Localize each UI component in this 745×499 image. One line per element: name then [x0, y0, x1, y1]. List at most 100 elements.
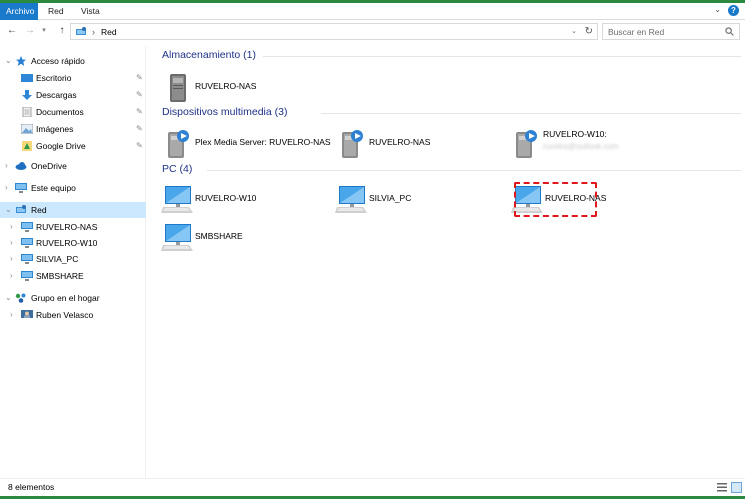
computer-icon — [335, 182, 367, 216]
tab-archivo[interactable]: Archivo — [0, 3, 38, 20]
sidebar-item-grupo-hogar[interactable]: ⌄ Grupo en el hogar — [0, 290, 146, 306]
tab-vista[interactable]: Vista — [81, 3, 100, 20]
back-arrow-icon[interactable]: ← — [6, 24, 18, 38]
sidebar-item-imagenes[interactable]: Imágenes ✎ — [0, 121, 146, 137]
sidebar-item-label: Acceso rápido — [31, 56, 85, 66]
network-content-pane: Almacenamiento (1) RUVELRO-NAS Dispositi… — [147, 46, 745, 478]
sidebar-item-este-equipo[interactable]: › Este equipo — [0, 180, 146, 196]
sidebar-item-acceso-rapido[interactable]: ⌄ Acceso rápido — [0, 53, 146, 69]
computer-icon — [161, 182, 193, 216]
expand-chevron-icon[interactable]: › — [10, 235, 13, 251]
network-icon — [75, 27, 87, 37]
highlight-box — [514, 182, 597, 217]
pictures-icon — [21, 124, 33, 134]
item-label: Plex Media Server: RUVELRO-NAS — [195, 137, 331, 147]
tab-red[interactable]: Red — [48, 3, 64, 20]
sidebar-item-ruvelro-nas[interactable]: › RUVELRO-NAS — [0, 219, 146, 235]
navigation-pane: ⌄ Acceso rápido Escritorio ✎ Descargas ✎… — [0, 46, 146, 478]
expand-chevron-icon[interactable]: › — [5, 158, 8, 174]
sidebar-item-label: Grupo en el hogar — [31, 293, 100, 303]
refresh-icon[interactable]: ↻ — [585, 24, 593, 39]
up-arrow-icon[interactable]: ↑ — [56, 24, 68, 38]
item-storage-ruvelro-nas[interactable]: RUVELRO-NAS — [161, 71, 311, 107]
expand-ribbon-icon[interactable]: ⌄ — [714, 5, 721, 14]
media-server-icon — [161, 126, 193, 160]
sidebar-item-label: Red — [31, 205, 47, 215]
item-pc-smbshare[interactable]: SMBSHARE — [161, 220, 311, 256]
expand-chevron-icon[interactable]: › — [10, 251, 13, 267]
sidebar-item-label: SILVIA_PC — [36, 254, 79, 264]
forward-arrow-icon[interactable]: → — [24, 24, 36, 38]
breadcrumb-red[interactable]: Red — [101, 25, 117, 39]
item-media-plex-server[interactable]: Plex Media Server: RUVELRO-NAS — [161, 126, 331, 162]
sidebar-item-label: OneDrive — [31, 161, 67, 171]
sidebar-item-red[interactable]: ⌄ Red — [0, 202, 146, 218]
item-media-ruvelro-w10[interactable]: RUVELRO-W10: ruvelro@outlook.com — [509, 126, 669, 162]
address-dropdown-chevron-icon[interactable]: ⌄ — [571, 25, 577, 39]
search-input[interactable]: Buscar en Red — [602, 23, 740, 40]
item-label: RUVELRO-NAS — [369, 137, 431, 147]
expand-chevron-icon[interactable]: › — [5, 180, 8, 196]
search-placeholder: Buscar en Red — [608, 27, 665, 37]
expand-chevron-icon[interactable]: › — [10, 219, 13, 235]
item-pc-silvia-pc[interactable]: SILVIA_PC — [335, 182, 485, 218]
desktop-folder-icon — [21, 74, 33, 82]
group-header-almacenamiento[interactable]: Almacenamiento (1) — [162, 49, 256, 61]
computer-icon — [21, 271, 33, 281]
pin-icon[interactable]: ✎ — [136, 138, 143, 154]
navigation-bar: ← → ▾ ↑ › Red ⌄ ↻ Buscar en Red — [0, 21, 745, 41]
sidebar-item-descargas[interactable]: Descargas ✎ — [0, 87, 146, 103]
sidebar-item-onedrive[interactable]: › OneDrive — [0, 158, 146, 174]
network-icon — [15, 205, 27, 215]
expand-chevron-icon[interactable]: › — [10, 307, 13, 323]
sidebar-item-ruben-velasco[interactable]: › Ruben Velasco — [0, 307, 146, 323]
large-icons-view-icon[interactable] — [731, 482, 742, 493]
computer-icon — [21, 238, 33, 248]
collapse-chevron-icon[interactable]: ⌄ — [5, 202, 12, 218]
item-media-ruvelro-nas[interactable]: RUVELRO-NAS — [335, 126, 485, 162]
sidebar-item-label: Google Drive — [36, 141, 86, 151]
sidebar-item-label: Imágenes — [36, 124, 74, 134]
download-arrow-icon — [22, 90, 32, 100]
help-icon[interactable]: ? — [728, 5, 739, 16]
breadcrumb-separator-icon[interactable]: › — [92, 25, 95, 39]
item-label: SILVIA_PC — [369, 193, 412, 203]
sidebar-item-google-drive[interactable]: Google Drive ✎ — [0, 138, 146, 154]
group-divider — [321, 113, 741, 114]
status-bar: 8 elementos — [0, 478, 745, 496]
sidebar-item-smbshare[interactable]: › SMBSHARE — [0, 268, 146, 284]
ribbon-tabs: Archivo Red Vista ⌄ ? — [0, 3, 745, 20]
pin-icon[interactable]: ✎ — [136, 87, 143, 103]
sidebar-item-documentos[interactable]: Documentos ✎ — [0, 104, 146, 120]
google-drive-icon — [22, 141, 32, 151]
item-count: 8 elementos — [8, 482, 55, 492]
group-divider — [207, 170, 741, 171]
recent-locations-chevron-icon[interactable]: ▾ — [38, 24, 50, 38]
sidebar-item-label: Ruben Velasco — [36, 310, 94, 320]
sidebar-item-label: Descargas — [36, 90, 77, 100]
pin-icon[interactable]: ✎ — [136, 104, 143, 120]
details-view-icon[interactable] — [717, 483, 727, 492]
group-header-multimedia[interactable]: Dispositivos multimedia (3) — [162, 106, 287, 118]
sidebar-item-silvia-pc[interactable]: › SILVIA_PC — [0, 251, 146, 267]
collapse-chevron-icon[interactable]: ⌄ — [5, 53, 12, 69]
sidebar-item-label: RUVELRO-W10 — [36, 238, 98, 248]
onedrive-cloud-icon — [15, 162, 27, 170]
sidebar-item-ruvelro-w10[interactable]: › RUVELRO-W10 — [0, 235, 146, 251]
item-sublabel: ruvelro@outlook.com — [543, 142, 619, 151]
pin-icon[interactable]: ✎ — [136, 70, 143, 86]
item-label: RUVELRO-W10: — [543, 129, 607, 139]
sidebar-item-escritorio[interactable]: Escritorio ✎ — [0, 70, 146, 86]
search-icon — [725, 27, 734, 36]
computer-icon — [161, 220, 193, 254]
group-divider — [263, 56, 741, 57]
group-header-pc[interactable]: PC (4) — [162, 163, 192, 175]
item-label: SMBSHARE — [195, 231, 243, 241]
star-icon — [16, 56, 26, 66]
media-server-icon — [335, 126, 367, 160]
address-bar[interactable]: › Red ⌄ ↻ — [70, 23, 598, 40]
pin-icon[interactable]: ✎ — [136, 121, 143, 137]
collapse-chevron-icon[interactable]: ⌄ — [5, 290, 12, 306]
item-pc-ruvelro-w10[interactable]: RUVELRO-W10 — [161, 182, 311, 218]
expand-chevron-icon[interactable]: › — [10, 268, 13, 284]
